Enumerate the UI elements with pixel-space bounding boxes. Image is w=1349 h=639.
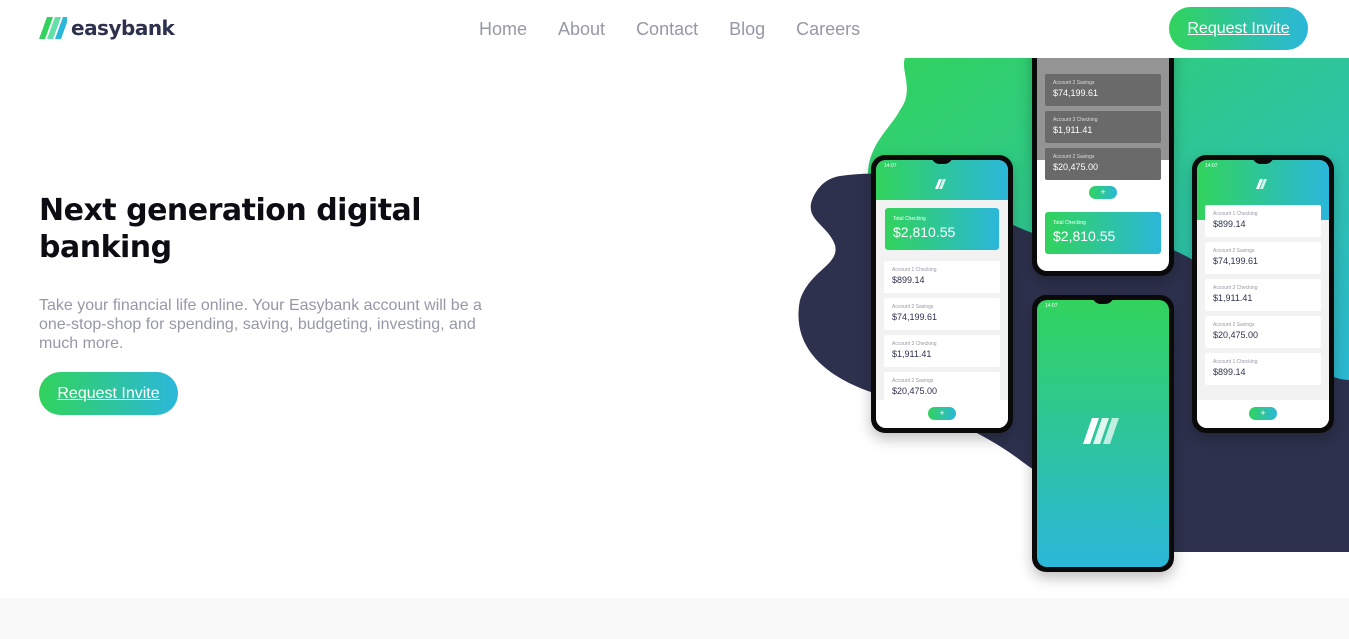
nav-link-careers[interactable]: Careers (796, 18, 860, 40)
app-logo-icon (1256, 179, 1267, 189)
nav-link-blog[interactable]: Blog (729, 18, 765, 40)
total-checking-card: Total Checking $2,810.55 (885, 208, 999, 250)
next-section-strip (0, 598, 1349, 639)
app-bottom-bar: + (876, 400, 1008, 428)
account-card: Account 2 Savings $20,475.00 (1045, 148, 1161, 180)
splash-logo-icon (1083, 418, 1119, 444)
app-bottom-bar: + (1197, 400, 1329, 428)
app-logo-icon (935, 179, 946, 189)
add-icon[interactable]: + (1249, 407, 1277, 420)
account-card: Account 2 Savings $74,199.61 (1205, 242, 1321, 274)
brand-logo[interactable]: easybank (39, 16, 175, 40)
total-checking-card: Total Checking $2,810.55 (1045, 212, 1161, 254)
add-icon[interactable]: + (928, 407, 956, 420)
logo-mark-icon (39, 17, 67, 39)
header-request-invite-button[interactable]: Request Invite (1169, 7, 1308, 50)
account-card: Account 3 Checking $1,911.41 (1045, 111, 1161, 143)
phone-mockup-splash: 14:07 (1032, 295, 1174, 572)
nav-link-contact[interactable]: Contact (636, 18, 698, 40)
account-card: Account 1 Checking $899.14 (1205, 353, 1321, 385)
phone-mockup-left: 14:07 Total Checking $2,810.55 Account 1… (871, 155, 1013, 433)
account-card: Account 2 Savings $74,199.61 (1045, 74, 1161, 106)
account-card: Account 1 Checking $899.14 (1205, 205, 1321, 237)
account-card: Account 1 Checking $899.14 (884, 261, 1000, 293)
main-nav: Home About Contact Blog Careers (479, 18, 891, 40)
phone-mockup-right: 14:07 Account 1 Checking $899.14 Account… (1192, 155, 1334, 433)
account-card: Account 2 Savings $20,475.00 (1205, 316, 1321, 348)
app-header-bar: 14:07 (876, 160, 1008, 200)
account-card: Account 2 Savings $74,199.61 (884, 298, 1000, 330)
phone-mockup-top: Account 2 Savings $74,199.61 Account 3 C… (1032, 40, 1174, 276)
brand-name: easybank (71, 16, 175, 40)
add-icon[interactable]: + (1089, 186, 1117, 199)
account-card: Account 3 Checking $1,911.41 (1205, 279, 1321, 311)
site-header: easybank Home About Contact Blog Careers… (0, 0, 1349, 58)
nav-link-home[interactable]: Home (479, 18, 527, 40)
nav-link-about[interactable]: About (558, 18, 605, 40)
account-card: Account 3 Checking $1,911.41 (884, 335, 1000, 367)
